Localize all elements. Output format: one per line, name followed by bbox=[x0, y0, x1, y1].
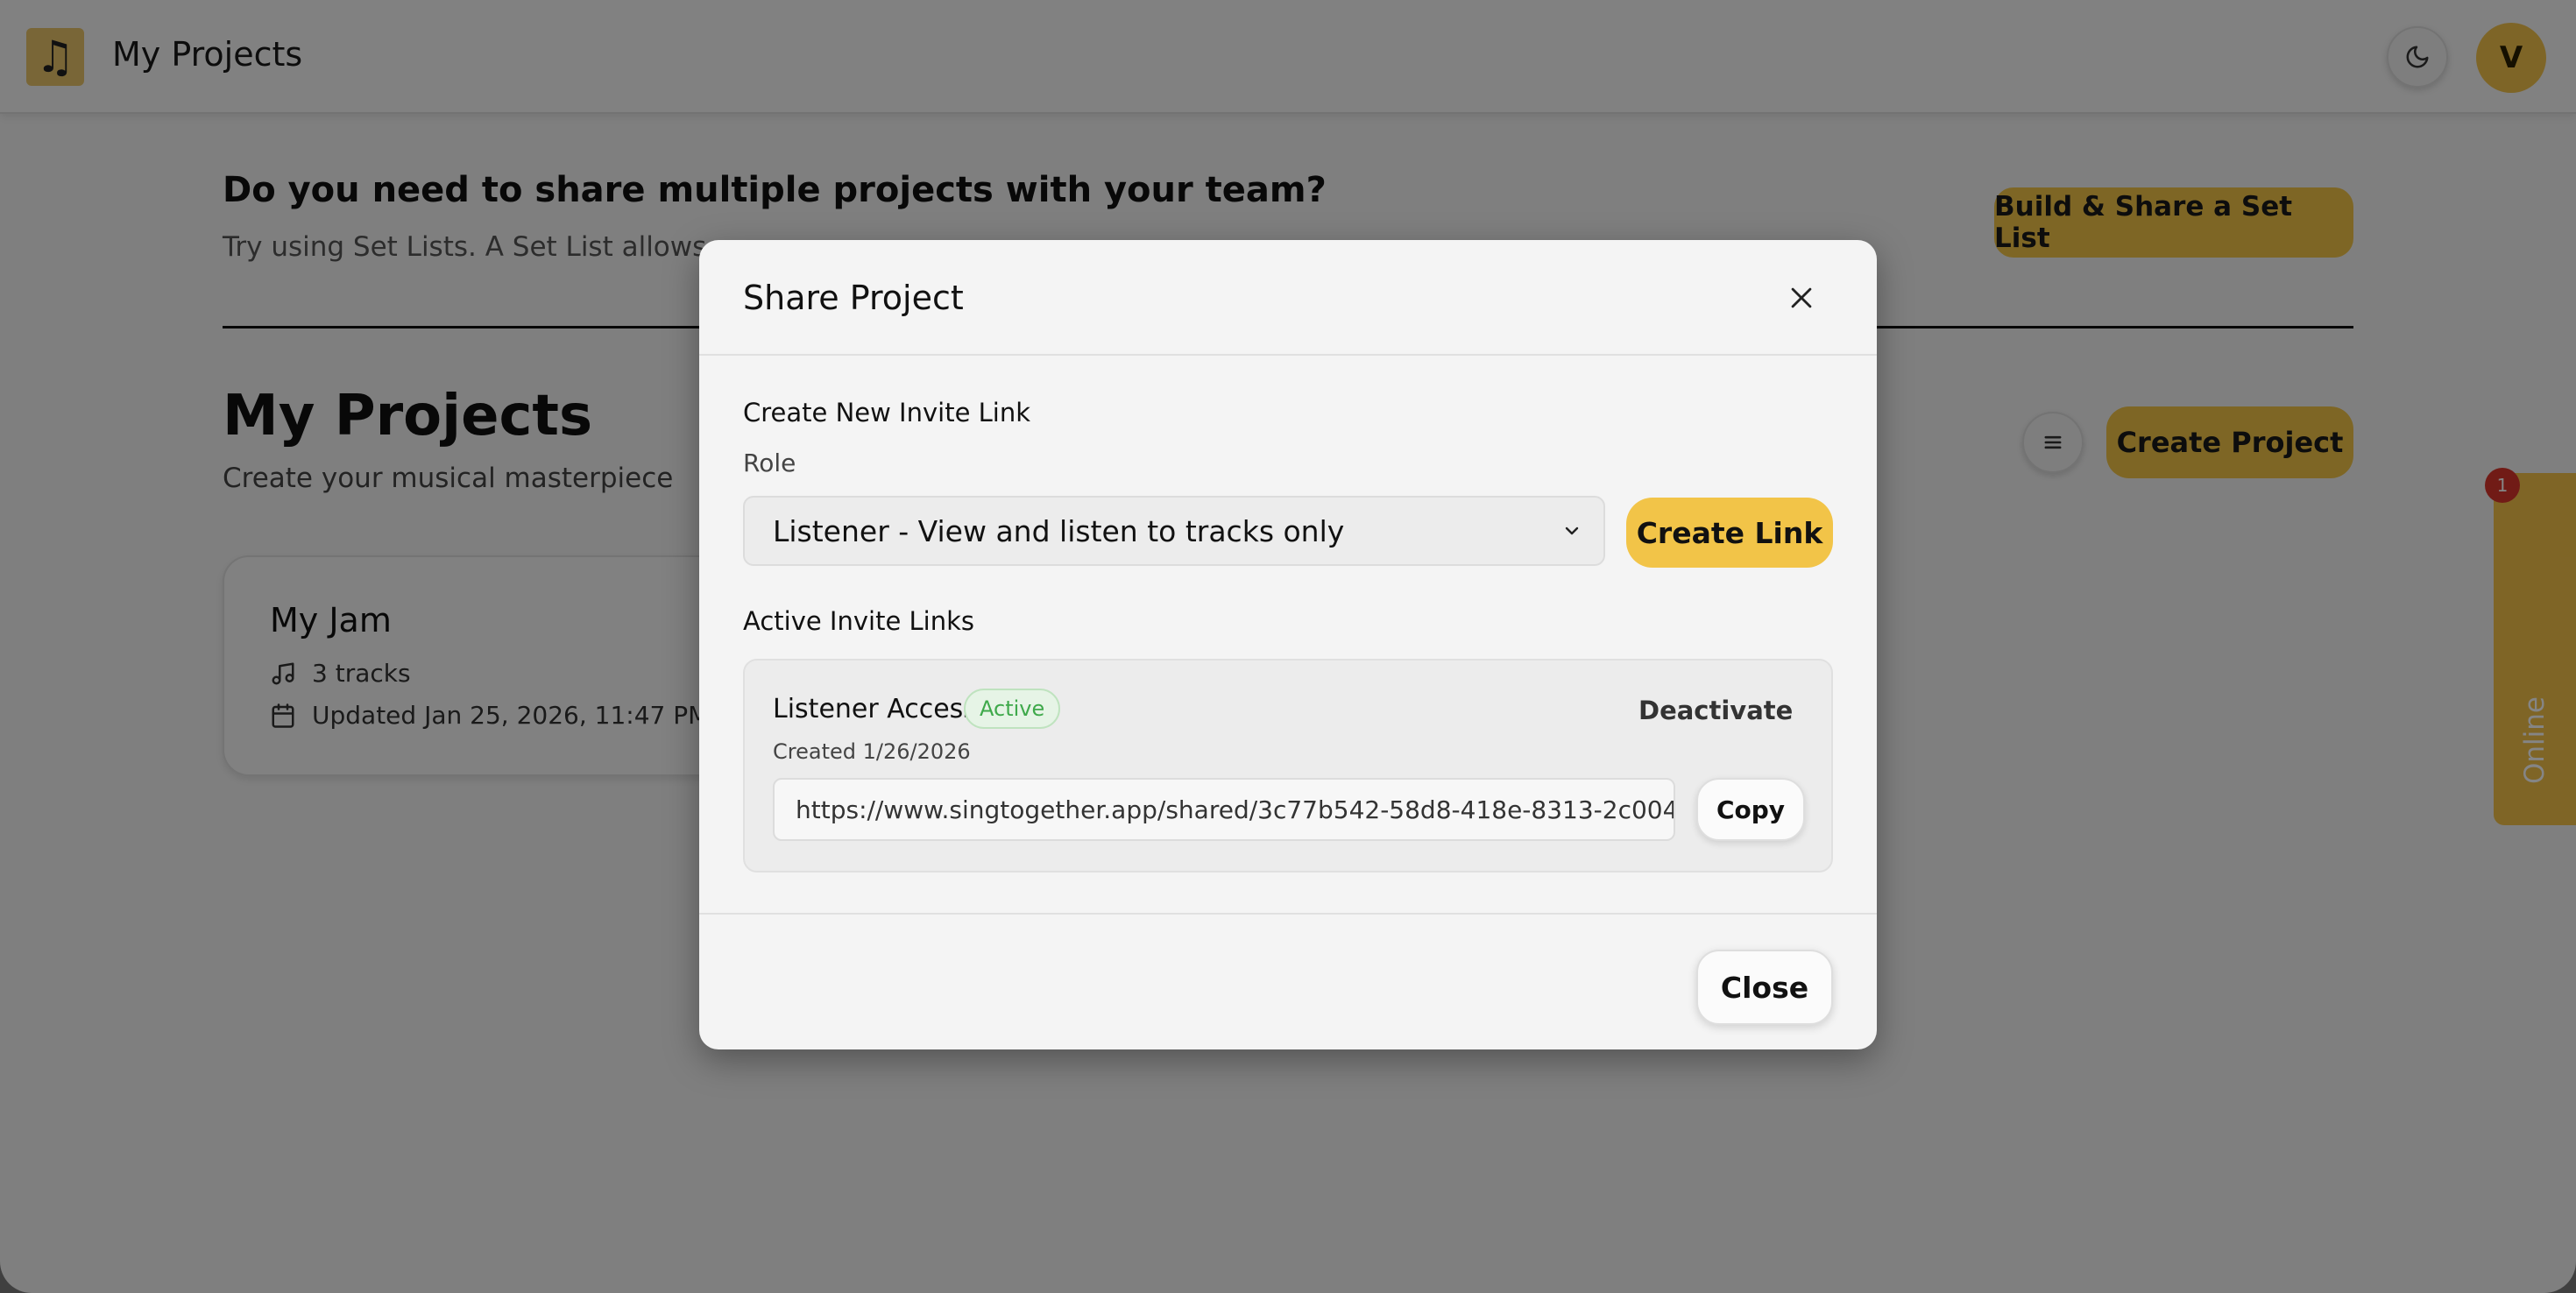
invite-link-card: Listener Access Active Deactivate Create… bbox=[743, 659, 1833, 873]
close-dialog-button[interactable] bbox=[1782, 279, 1821, 317]
copy-link-button[interactable]: Copy bbox=[1696, 778, 1805, 841]
dialog-title: Share Project bbox=[743, 279, 964, 317]
role-label: Role bbox=[743, 449, 796, 477]
invite-created-date: Created 1/26/2026 bbox=[773, 739, 971, 764]
invite-url-field[interactable]: https://www.singtogether.app/shared/3c77… bbox=[773, 778, 1675, 841]
dialog-header: Share Project bbox=[699, 240, 1877, 356]
create-invite-section-title: Create New Invite Link bbox=[743, 398, 1031, 427]
status-badge: Active bbox=[964, 689, 1061, 729]
role-select[interactable]: Listener - View and listen to tracks onl… bbox=[743, 496, 1605, 566]
chevron-down-icon bbox=[1565, 526, 1579, 535]
share-project-dialog: Share Project Create New Invite Link Rol… bbox=[699, 240, 1877, 1049]
create-link-button[interactable]: Create Link bbox=[1626, 498, 1833, 568]
active-invites-section-title: Active Invite Links bbox=[743, 606, 975, 636]
role-select-value: Listener - View and listen to tracks onl… bbox=[773, 513, 1345, 548]
close-icon bbox=[1791, 287, 1812, 308]
invite-link-name: Listener Access bbox=[773, 694, 977, 724]
close-button[interactable]: Close bbox=[1696, 950, 1833, 1025]
deactivate-button[interactable]: Deactivate bbox=[1638, 696, 1793, 725]
